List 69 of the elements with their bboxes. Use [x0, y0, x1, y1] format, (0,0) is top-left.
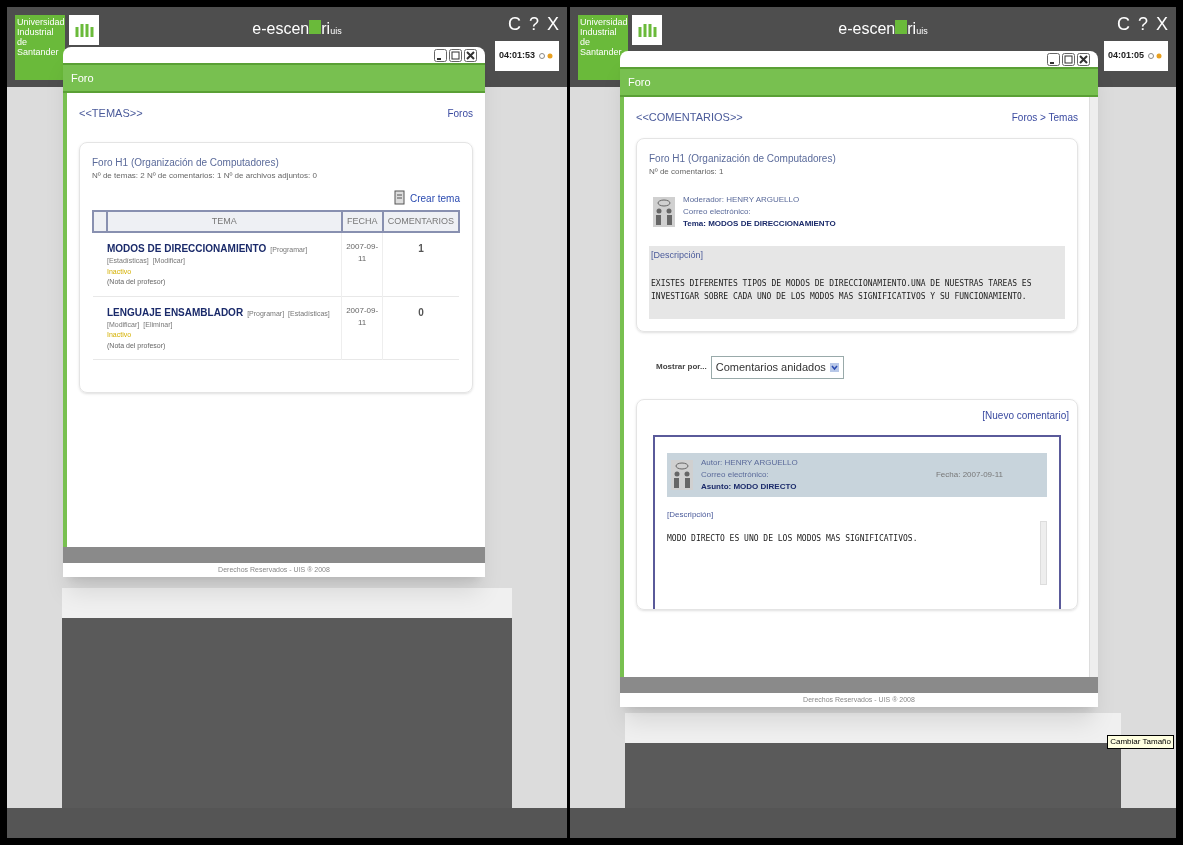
university-logo: Universidad Industrial de Santander [15, 15, 65, 80]
top-bar-button[interactable]: ? [528, 15, 539, 33]
comment-count-cell: 0 [382, 296, 459, 360]
top-bar-button[interactable]: C [507, 15, 521, 33]
breadcrumb: <<TEMAS>> [79, 106, 143, 121]
maximize-icon[interactable] [449, 48, 462, 62]
top-bar-button[interactable]: X [1156, 15, 1168, 33]
comment-body: MODO DIRECTO ES UNO DE LOS MODOS MAS SIGNIFICATIVOS. [667, 532, 919, 545]
clock-text: 04:01:05 [1108, 49, 1145, 63]
moderator-text: Moderador: HENRY ARGUELLO [683, 193, 801, 206]
maximize-icon[interactable] [1062, 52, 1075, 66]
comment-date: Fecha: 2007-09-11 [936, 468, 1003, 481]
description-label: [Descripción] [667, 508, 715, 521]
column-header: FECHA [341, 210, 383, 232]
comment-count-cell: 1 [382, 232, 459, 296]
university-logo: Universidad Industrial de Santander [578, 15, 628, 80]
people-icon [671, 459, 693, 490]
breadcrumb-link[interactable]: Foros > Temas [1011, 109, 1078, 125]
sort-select[interactable]: Comentarios anidados [710, 356, 844, 379]
uis-logo-icon [69, 15, 99, 45]
new-comment-link[interactable]: [Nuevo comentario] [982, 407, 1069, 423]
email-text: Correo electrónico: [683, 205, 752, 218]
top-bar-button[interactable]: C [1116, 15, 1130, 33]
forum-stats: Nº de comentarios: 1 [649, 165, 725, 178]
description-label: [Descripción] [650, 248, 705, 262]
app-logo-text: ri [321, 19, 331, 39]
people-icon [653, 196, 675, 227]
top-bar-button[interactable]: ? [1137, 15, 1148, 33]
comment-subject: Asunto: MODO DIRECTO [701, 480, 798, 493]
app-logo-text: e-escen [252, 19, 310, 39]
topic-title-link[interactable]: MODOS DE DIRECCIONAMIENTO [107, 241, 267, 256]
tooltip: Cambiar Tamaño [1107, 735, 1174, 749]
create-topic-link[interactable]: Crear tema [410, 190, 460, 206]
scrollbar[interactable] [1089, 97, 1098, 677]
logo-mark-icon [309, 20, 322, 34]
description-text: EXISTES DIFERENTES TIPOS DE MODOS DE DIRECCIONAMIENTO.UNA DE NUESTRAS TAREAS ES INVESTIGAR SOBRE CADA UNO DE LOS MODOS MAS SIGNIFICATIVOS Y SU FUNCIONAMIENTO. [650, 278, 1033, 303]
clock-text: 04:01:53 [499, 49, 536, 63]
status-dots-icon [539, 53, 554, 59]
forum-stats: Nº de temas: 2 Nº de comentarios: 1 Nº de archivos adjuntos: 0 [92, 169, 318, 182]
foros-link[interactable]: Foros [447, 105, 473, 121]
column-header: TEMA [107, 210, 342, 232]
author-text: Autor: HENRY ARGUELLO [701, 456, 799, 469]
uis-logo-icon [632, 15, 662, 45]
minimize-icon[interactable] [1047, 52, 1060, 66]
topic-subject: Tema: MODOS DE DIRECCIONAMIENTO [683, 217, 836, 230]
forum-title: Foro H1 (Organización de Computadores) [92, 155, 280, 170]
email-text: Correo electrónico: [701, 468, 770, 481]
logo-mark-icon [895, 20, 908, 34]
close-icon[interactable] [1077, 52, 1090, 66]
date-cell: 2007-09-11 [341, 296, 383, 360]
app-logo-text: ri [907, 19, 917, 39]
app-logo-suffix: uis [330, 26, 342, 38]
scrollbar[interactable] [1040, 520, 1047, 585]
forum-title: Foro H1 (Organización de Computadores) [649, 151, 837, 166]
window-title: Foro [628, 74, 651, 90]
sort-label: Mostrar por... [656, 361, 707, 374]
breadcrumb: <<COMENTARIOS>> [636, 110, 743, 125]
topic-title-link[interactable]: LENGUAJE ENSAMBLADOR [107, 304, 244, 320]
dropdown-caret-icon [829, 362, 839, 372]
window-title: Foro [71, 70, 94, 86]
app-logo-text: e-escen [838, 19, 896, 39]
app-logo-suffix: uis [916, 26, 928, 38]
date-cell: 2007-09-11 [341, 232, 383, 296]
column-header: COMENTARIOS [382, 210, 459, 232]
close-icon[interactable] [464, 48, 477, 62]
status-dots-icon [1148, 53, 1163, 59]
top-bar-button[interactable]: X [547, 15, 559, 33]
minimize-icon[interactable] [434, 48, 447, 62]
document-icon [394, 189, 406, 206]
